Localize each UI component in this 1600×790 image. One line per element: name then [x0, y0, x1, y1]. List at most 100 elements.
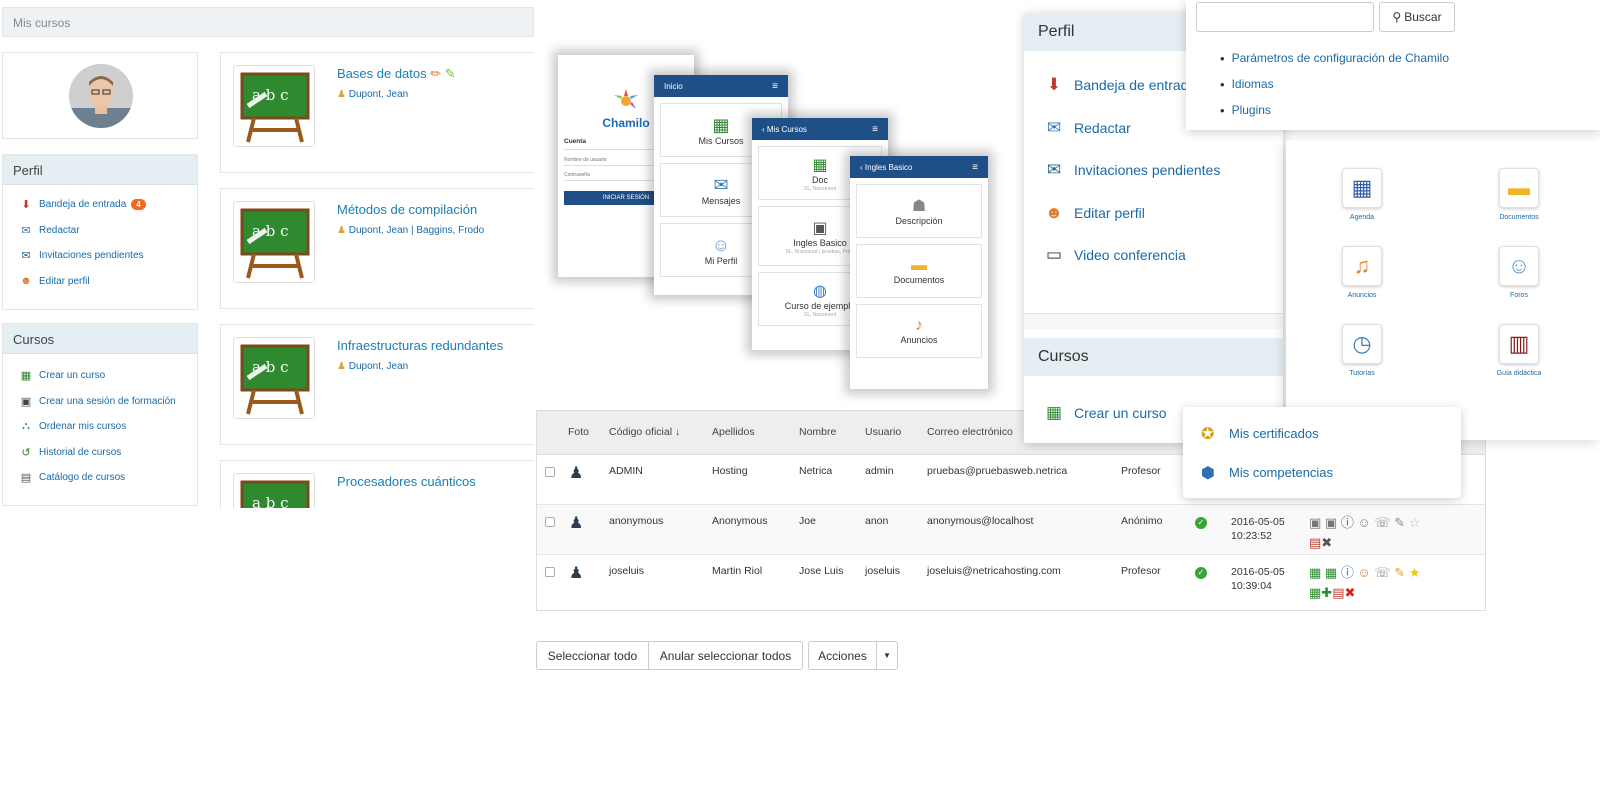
edit-icon[interactable]: ✎: [1394, 515, 1405, 530]
cell-firstname[interactable]: Netrica: [799, 465, 832, 477]
course-thumbnail[interactable]: a b c: [233, 473, 315, 508]
cell-firstname[interactable]: Joe: [799, 515, 816, 527]
link-languages[interactable]: Idiomas: [1186, 71, 1449, 97]
row-checkbox[interactable]: [545, 467, 555, 477]
user-icon[interactable]: ☺: [1357, 565, 1370, 580]
chalkboard-icon: a b c: [240, 480, 310, 508]
mobile-tool-description[interactable]: ☗ Descripción: [856, 184, 982, 238]
row-checkbox[interactable]: [545, 567, 555, 577]
user-photo-icon: ♟: [569, 565, 584, 582]
actions-button[interactable]: Acciones: [808, 641, 877, 670]
menu-edit-profile[interactable]: ☻ Editar perfil: [3, 269, 197, 295]
menu-create-course[interactable]: ▦ Crear un curso: [3, 363, 197, 389]
active-check-icon[interactable]: ✓: [1195, 517, 1207, 529]
login-as-icon[interactable]: ▦: [1309, 565, 1321, 580]
calendar-icon[interactable]: ▤: [1332, 585, 1344, 600]
invitations-icon: ✉: [21, 250, 31, 263]
hamburger-icon[interactable]: ≡: [872, 124, 878, 135]
chalkboard-icon: ▦: [712, 114, 730, 135]
search-icon: ⚲: [1392, 10, 1402, 24]
session-icon[interactable]: ▣: [1325, 515, 1337, 530]
menu-video-conference[interactable]: ▭ Video conferencia: [1024, 234, 1283, 277]
mobile-course-tools-screen: ‹ Ingles Basico ≡ ☗ Descripción ▬ Documento…: [850, 156, 988, 389]
course-title[interactable]: Procesadores cuánticos: [337, 474, 476, 489]
tool-tutoring[interactable]: ◷ Tutorías: [1312, 324, 1412, 377]
star-icon[interactable]: ★: [1409, 565, 1421, 580]
active-check-icon[interactable]: ✓: [1195, 567, 1207, 579]
assign-icon[interactable]: ☏: [1374, 515, 1390, 530]
session-icon[interactable]: ▦: [1325, 565, 1337, 580]
col-firstname[interactable]: Nombre: [799, 426, 836, 438]
tool-announcements[interactable]: ♫ Anuncios: [1312, 246, 1412, 299]
search-button[interactable]: ⚲ Buscar: [1379, 2, 1455, 32]
delete-icon[interactable]: ✖: [1345, 585, 1356, 600]
tool-course-guide[interactable]: ▥ Guía didáctica: [1469, 324, 1569, 377]
delete-icon[interactable]: ✖: [1321, 535, 1332, 550]
info-icon[interactable]: ⓘ: [1341, 565, 1354, 580]
info-icon[interactable]: ⓘ: [1341, 515, 1354, 530]
cell-firstname[interactable]: Jose Luis: [799, 565, 843, 577]
user-icon[interactable]: ☺: [1357, 515, 1370, 530]
col-lastname[interactable]: Apellidos: [712, 426, 755, 438]
menu-course-history[interactable]: ↺ Historial de cursos: [3, 440, 197, 466]
hamburger-icon[interactable]: ≡: [972, 162, 978, 173]
course-thumbnail[interactable]: a b c: [233, 337, 315, 419]
pencil-icon[interactable]: ✏: [430, 66, 441, 81]
course-title[interactable]: Infraestructuras redundantes: [337, 338, 503, 353]
cell-email[interactable]: anonymous@localhost: [927, 515, 1033, 527]
cell-lastname[interactable]: Hosting: [712, 465, 748, 477]
cell-lastname[interactable]: Martin Riol: [712, 565, 762, 577]
user-icon: ☺: [711, 234, 731, 255]
course-thumbnail[interactable]: a b c: [233, 201, 315, 283]
login-as-icon[interactable]: ▣: [1309, 515, 1321, 530]
calendar-icon[interactable]: ▤: [1309, 535, 1321, 550]
back-title[interactable]: ‹ Ingles Basico: [860, 163, 912, 172]
avatar[interactable]: [69, 64, 133, 128]
course-icon[interactable]: ▦: [1309, 585, 1321, 600]
col-email[interactable]: Correo electrónico: [927, 426, 1013, 438]
course-thumbnail[interactable]: a b c: [233, 65, 315, 147]
unselect-all-button[interactable]: Anular seleccionar todos: [648, 641, 803, 670]
catalog-icon: ▤: [20, 472, 32, 485]
admin-search-input[interactable]: [1196, 2, 1374, 32]
select-all-button[interactable]: Seleccionar todo: [536, 641, 649, 670]
menu-create-course[interactable]: ▦ Crear un curso: [1024, 392, 1167, 435]
edit-icon[interactable]: ✎: [1394, 565, 1405, 580]
star-icon[interactable]: ☆: [1409, 515, 1421, 530]
back-title[interactable]: ‹ Mis Cursos: [762, 125, 807, 134]
tool-forums[interactable]: ☺ Foros: [1469, 246, 1569, 299]
course-title[interactable]: Bases de datos ✏ ✎: [337, 66, 456, 82]
add-icon[interactable]: ✚: [1321, 585, 1332, 600]
actions-dropdown-toggle[interactable]: ▼: [876, 641, 898, 670]
menu-invitations[interactable]: ✉ Invitaciones pendientes: [3, 243, 197, 269]
col-code[interactable]: Código oficial ↓: [609, 426, 680, 438]
menu-my-certificates[interactable]: ✪ Mis certificados: [1183, 414, 1461, 453]
calendar-icon: ▦: [1342, 168, 1382, 208]
link-chamilo-settings[interactable]: Parámetros de configuración de Chamilo: [1186, 45, 1449, 71]
cell-lastname[interactable]: Anonymous: [712, 515, 767, 527]
mobile-tool-announcements[interactable]: ♪ Anuncios: [856, 304, 982, 358]
menu-invitations[interactable]: ✉ Invitaciones pendientes: [1024, 149, 1283, 192]
invitations-icon: ✉: [1046, 160, 1062, 180]
menu-create-session[interactable]: ▣ Crear una sesión de formación: [3, 389, 197, 415]
menu-edit-profile[interactable]: ☻ Editar perfil: [1024, 192, 1283, 235]
hamburger-icon[interactable]: ≡: [772, 81, 778, 92]
cell-email[interactable]: joseluis@netricahosting.com: [927, 565, 1061, 577]
assign-icon[interactable]: ☏: [1374, 565, 1390, 580]
row-checkbox[interactable]: [545, 517, 555, 527]
breadcrumb: Mis cursos: [2, 7, 534, 37]
cell-email[interactable]: pruebas@pruebasweb.netrica: [927, 465, 1067, 477]
tool-documents[interactable]: ▬ Documentos: [1469, 168, 1569, 221]
menu-inbox[interactable]: ⬇ Bandeja de entrada 4: [3, 192, 197, 218]
course-title[interactable]: Métodos de compilación: [337, 202, 477, 217]
mobile-tool-documents[interactable]: ▬ Documentos: [856, 244, 982, 298]
admin-settings-panel: ⚲Buscar Parámetros de configuración de C…: [1186, 0, 1600, 130]
menu-sort-courses[interactable]: ⛬ Ordenar mis cursos: [3, 414, 197, 440]
col-username[interactable]: Usuario: [865, 426, 901, 438]
menu-my-skills[interactable]: ⬢ Mis competencias: [1183, 453, 1461, 492]
menu-compose[interactable]: ✉ Redactar: [3, 218, 197, 244]
menu-course-catalog[interactable]: ▤ Catálogo de cursos: [3, 465, 197, 491]
link-plugins[interactable]: Plugins: [1186, 97, 1449, 123]
tool-agenda[interactable]: ▦ Agenda: [1312, 168, 1412, 221]
mobile-course-tools-title: Ingles Basico: [864, 162, 913, 172]
